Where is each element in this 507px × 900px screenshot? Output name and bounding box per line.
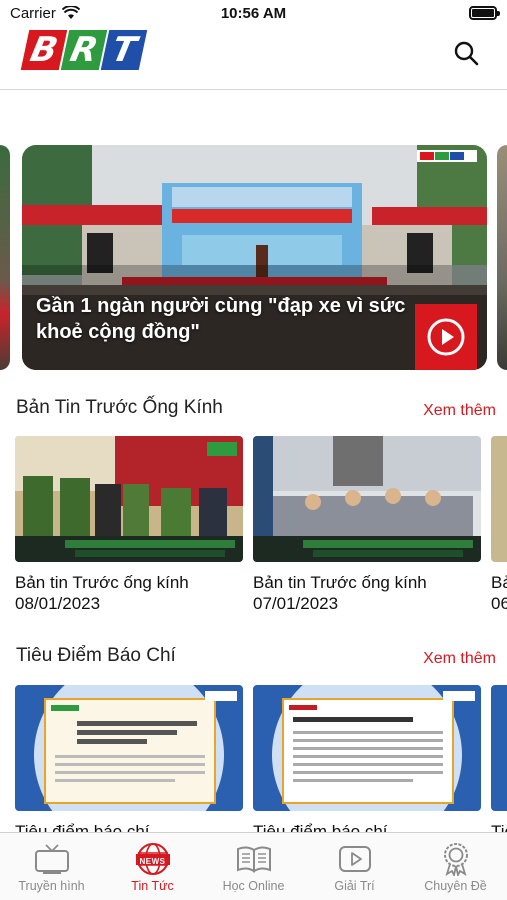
video-card[interactable]: Bản tin Trước ống kính 08/01/2023	[15, 436, 243, 614]
card-date: 07/01/2023	[253, 594, 339, 613]
section-title-tieu-diem: Tiêu Điểm Báo Chí	[16, 645, 176, 666]
battery-icon	[469, 6, 500, 20]
tab-label: Chuyên Đề	[424, 879, 487, 893]
press-card-peek[interactable]: Tiê	[491, 685, 507, 832]
hero-slide[interactable]: Gần 1 ngàn người cùng "đạp xe vì sức kho…	[22, 145, 487, 370]
tab-truyen-hinh[interactable]: Truyền hình	[1, 833, 102, 900]
tab-giai-tri[interactable]: Giải Trí	[304, 833, 405, 900]
status-time: 10:56 AM	[220, 5, 287, 22]
press-card[interactable]: Tiêu điểm báo chí	[253, 685, 481, 842]
play-circle-icon	[427, 318, 465, 356]
video-card-peek[interactable]: Bả 06	[491, 436, 507, 616]
video-thumbnail	[15, 436, 243, 562]
carousel-next-slide[interactable]	[497, 145, 507, 370]
see-more-tieu-diem[interactable]: Xem thêm	[423, 650, 496, 668]
bottom-tab-bar: Truyền hình NEWS Tin Tức Học Online Giải…	[0, 832, 507, 900]
status-bar: Carrier 10:56 AM	[0, 0, 507, 28]
tab-chuyen-de[interactable]: Chuyên Đề	[405, 833, 506, 900]
award-icon	[443, 843, 468, 876]
thumbnail-image	[253, 685, 481, 811]
press-thumbnail	[253, 685, 481, 811]
hero-title: Gần 1 ngàn người cùng "đạp xe vì sức kho…	[36, 295, 406, 343]
play-button[interactable]	[415, 304, 477, 370]
tab-label: Truyền hình	[18, 879, 85, 893]
card-title: Bản tin Trước ống kính	[253, 573, 427, 592]
app-header: B R T	[0, 28, 507, 90]
play-icon	[338, 846, 371, 872]
press-thumbnail	[15, 685, 243, 811]
search-icon[interactable]	[453, 40, 479, 66]
tv-icon	[34, 844, 69, 874]
news-badge: NEWS	[139, 857, 166, 866]
video-thumbnail	[491, 436, 507, 562]
press-card[interactable]: Tiêu điểm báo chí	[15, 685, 243, 842]
card-title: Tiê	[491, 822, 507, 832]
tab-label: Giải Trí	[334, 879, 375, 893]
video-card[interactable]: Bản tin Trước ống kính 07/01/2023	[253, 436, 481, 614]
book-icon	[236, 846, 271, 873]
card-date: 06	[491, 594, 507, 613]
card-title: Bản tin Trước ống kính	[15, 573, 189, 592]
press-thumbnail	[491, 685, 507, 811]
card-title: Bả	[491, 573, 507, 592]
logo-letter-t: T	[100, 30, 148, 70]
see-more-ban-tin[interactable]: Xem thêm	[423, 402, 496, 420]
tab-label: Học Online	[222, 879, 285, 893]
section-title-ban-tin: Bản Tin Trước Ống Kính	[16, 397, 223, 418]
thumbnail-image	[253, 436, 481, 562]
brt-logo[interactable]: B R T	[20, 30, 148, 70]
tab-hoc-online[interactable]: Học Online	[203, 833, 304, 900]
logo-letter-b: B	[20, 30, 68, 70]
tab-label: Tin Tức	[131, 879, 174, 893]
logo-letter-r: R	[60, 30, 108, 70]
video-thumbnail	[253, 436, 481, 562]
card-date: 08/01/2023	[15, 594, 101, 613]
carousel-prev-slide[interactable]	[0, 145, 10, 370]
tab-tin-tuc[interactable]: NEWS Tin Tức	[102, 833, 203, 900]
thumbnail-image	[15, 685, 243, 811]
thumbnail-image	[15, 436, 243, 562]
